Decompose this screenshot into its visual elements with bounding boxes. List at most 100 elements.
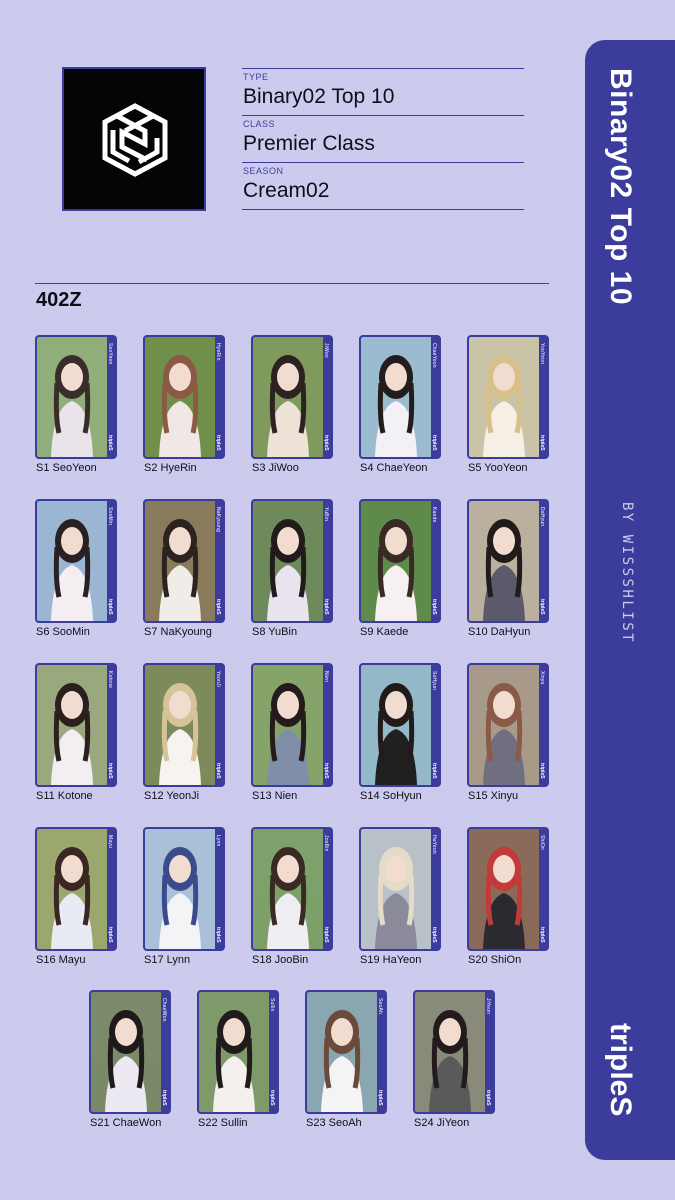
photocard-frame: Xinyu tripleS	[467, 663, 549, 787]
photocard: YooYeon tripleS S5 YooYeon	[467, 335, 549, 474]
photocard-caption: S23 SeoAh	[306, 1117, 362, 1129]
photocard-frame: Kaede tripleS	[359, 499, 441, 623]
photocard-image	[37, 337, 107, 457]
photocard-frame: Lynn tripleS	[143, 827, 225, 951]
type-row: TYPE Binary02 Top 10	[242, 68, 524, 115]
photocard-strip-brand: tripleS	[431, 435, 437, 451]
photocard-strip-brand: tripleS	[323, 927, 329, 943]
photocard-caption: S6 SooMin	[36, 626, 90, 638]
photocard-strip-brand: tripleS	[431, 927, 437, 943]
photocard-image	[469, 501, 539, 621]
photocard-caption: S7 NaKyoung	[144, 626, 212, 638]
photocard-caption: S22 Sullin	[198, 1117, 248, 1129]
photocard-strip-brand: tripleS	[215, 599, 221, 615]
photocard-caption: S15 Xinyu	[468, 790, 519, 802]
photocard-frame: Kotone tripleS	[35, 663, 117, 787]
photocard-strip-name: YeonJi	[215, 671, 221, 688]
photocard-strip-name: HyeRin	[215, 343, 221, 361]
photocard-strip-name: SeoAh	[377, 998, 383, 1015]
photocard: Xinyu tripleS S15 Xinyu	[467, 663, 549, 802]
photocard: Kaede tripleS S9 Kaede	[359, 499, 441, 638]
photocard: ChaeYeon tripleS S4 ChaeYeon	[359, 335, 441, 474]
photocard: Nien tripleS S13 Nien	[251, 663, 333, 802]
photocard-strip-name: ChaeYeon	[431, 343, 437, 368]
photocard-strip-brand: tripleS	[323, 599, 329, 615]
photocard-caption: S4 ChaeYeon	[360, 462, 428, 474]
photocard-strip-name: Kaede	[431, 507, 437, 523]
photocard-strip-name: DaHyun	[539, 507, 545, 527]
photocard: JiYeon tripleS S24 JiYeon	[413, 990, 495, 1129]
photocard-strip-name: ShiOn	[539, 835, 545, 850]
photocard-strip-brand: tripleS	[323, 763, 329, 779]
photocard-image	[37, 829, 107, 949]
photocard-strip-name: Xinyu	[539, 671, 545, 685]
photocard-strip-brand: tripleS	[323, 435, 329, 451]
photocard-strip-brand: tripleS	[431, 599, 437, 615]
photocard-frame: DaHyun tripleS	[467, 499, 549, 623]
photocard-strip-name: Kotone	[107, 671, 113, 689]
tripleS-cube-logo-icon	[102, 103, 168, 177]
section-title: 402Z	[36, 289, 82, 311]
photocard-caption: S8 YuBin	[252, 626, 298, 638]
photocard-strip-brand: tripleS	[485, 1090, 491, 1106]
photocard-frame: JooBin tripleS	[251, 827, 333, 951]
photocard-strip-name: Lynn	[215, 835, 221, 847]
side-brand: tripleS	[604, 1023, 637, 1117]
photocard-strip-name: YooYeon	[539, 343, 545, 365]
season-row: SEASON Cream02	[242, 162, 524, 210]
photocard: HaYeon tripleS S19 HaYeon	[359, 827, 441, 966]
photocard-caption: S24 JiYeon	[414, 1117, 470, 1129]
photocard-caption: S2 HyeRin	[144, 462, 197, 474]
photocard-frame: YuBin tripleS	[251, 499, 333, 623]
photocard-strip-brand: tripleS	[539, 599, 545, 615]
photocard-strip-brand: tripleS	[377, 1090, 383, 1106]
side-title: Binary02 Top 10	[604, 68, 637, 306]
photocard: Kotone tripleS S11 Kotone	[35, 663, 117, 802]
photocard-strip-brand: tripleS	[107, 435, 113, 451]
photocard-caption: S18 JooBin	[252, 954, 309, 966]
photocard: YuBin tripleS S8 YuBin	[251, 499, 333, 638]
photocard-image	[145, 829, 215, 949]
photocard-image	[361, 665, 431, 785]
photocard: SoHyun tripleS S14 SoHyun	[359, 663, 441, 802]
photocard-frame: SeoAh tripleS	[305, 990, 387, 1114]
photocard-frame: ChaeWon tripleS	[89, 990, 171, 1114]
photocard: JiWoo tripleS S3 JiWoo	[251, 335, 333, 474]
photocard: ChaeWon tripleS S21 ChaeWon	[89, 990, 171, 1129]
photocard-strip-brand: tripleS	[107, 599, 113, 615]
photocard-caption: S3 JiWoo	[252, 462, 299, 474]
photocard-caption: S10 DaHyun	[468, 626, 531, 638]
photocard-strip-brand: tripleS	[539, 927, 545, 943]
photocard-caption: S12 YeonJi	[144, 790, 200, 802]
photocard-strip-brand: tripleS	[539, 763, 545, 779]
photocard-strip-name: Sullin	[269, 998, 275, 1012]
class-label: CLASS	[243, 119, 276, 129]
photocard-strip-name: Mayu	[107, 835, 113, 849]
photocard-image	[361, 829, 431, 949]
photocard-strip-name: ChaeWon	[161, 998, 167, 1022]
photocard-strip-brand: tripleS	[107, 927, 113, 943]
photocard-frame: Mayu tripleS	[35, 827, 117, 951]
photocard-strip-brand: tripleS	[215, 927, 221, 943]
photocard-caption: S19 HaYeon	[360, 954, 422, 966]
photocard-frame: Sullin tripleS	[197, 990, 279, 1114]
photocard-image	[469, 829, 539, 949]
photocard-caption: S11 Kotone	[36, 790, 93, 802]
photocard-caption: S14 SoHyun	[360, 790, 422, 802]
group-logo	[62, 67, 206, 211]
photocard-strip-brand: tripleS	[215, 763, 221, 779]
photocard-frame: HaYeon tripleS	[359, 827, 441, 951]
photocard: ShiOn tripleS S20 ShiOn	[467, 827, 549, 966]
photocard: Lynn tripleS S17 Lynn	[143, 827, 225, 966]
class-value: Premier Class	[243, 132, 375, 155]
photocard-caption: S13 Nien	[252, 790, 298, 802]
photocard-image	[37, 501, 107, 621]
photocard-strip-name: JiYeon	[485, 998, 491, 1015]
photocard-strip-name: SoHyun	[431, 671, 437, 690]
photocard-frame: YeonJi tripleS	[143, 663, 225, 787]
photocard-image	[307, 992, 377, 1112]
photocard-strip-name: JooBin	[323, 835, 329, 852]
photocard-frame: JiYeon tripleS	[413, 990, 495, 1114]
photocard-image	[253, 337, 323, 457]
photocard-image	[199, 992, 269, 1112]
